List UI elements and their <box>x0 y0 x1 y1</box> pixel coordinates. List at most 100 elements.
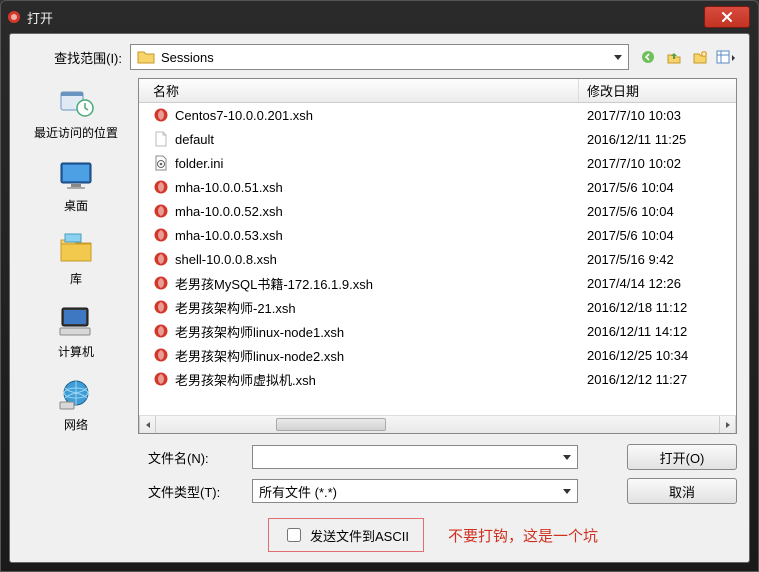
file-row[interactable]: 老男孩架构师linux-node1.xsh2016/12/11 14:12 <box>139 319 736 343</box>
filetype-combo[interactable]: 所有文件 (*.*) <box>252 479 578 503</box>
scroll-left-button[interactable] <box>139 416 156 433</box>
computer-icon <box>53 301 99 341</box>
scrollbar-thumb[interactable] <box>276 418 386 431</box>
recent-icon <box>53 82 99 122</box>
file-date: 2017/5/6 10:04 <box>579 228 736 243</box>
file-row[interactable]: shell-10.0.0.8.xsh2017/5/16 9:42 <box>139 247 736 271</box>
file-date: 2017/7/10 10:02 <box>579 156 736 171</box>
file-name: default <box>171 132 579 147</box>
library-icon <box>53 228 99 268</box>
file-row[interactable]: 老男孩架构师linux-node2.xsh2016/12/25 10:34 <box>139 343 736 367</box>
middle-area: 最近访问的位置桌面库计算机网络 名称 修改日期 Centos7-10.0.0.2… <box>22 78 737 434</box>
network-icon <box>53 374 99 414</box>
place-computer[interactable]: 计算机 <box>22 297 130 370</box>
file-date: 2017/5/16 9:42 <box>579 252 736 267</box>
ascii-highlight-box: 发送文件到ASCII <box>268 518 424 552</box>
horizontal-scrollbar[interactable] <box>139 415 736 433</box>
lookin-row: 查找范围(I): Sessions <box>22 44 737 70</box>
file-name: 老男孩MySQL书籍-172.16.1.9.xsh <box>171 274 579 293</box>
file-date: 2017/7/10 10:03 <box>579 108 736 123</box>
bottom-area: 文件名(N): 打开(O) 文件类型(T): 所有文件 (*.*) 取消 <box>22 444 737 552</box>
file-icon <box>151 179 171 195</box>
open-button[interactable]: 打开(O) <box>627 444 737 470</box>
file-name: 老男孩架构师linux-node2.xsh <box>171 346 579 365</box>
file-row[interactable]: 老男孩MySQL书籍-172.16.1.9.xsh2017/4/14 12:26 <box>139 271 736 295</box>
file-name: mha-10.0.0.51.xsh <box>171 180 579 195</box>
file-icon <box>151 251 171 267</box>
chevron-down-icon <box>563 455 571 460</box>
place-label: 库 <box>70 270 82 287</box>
lookin-value: Sessions <box>161 50 214 65</box>
filename-label: 文件名(N): <box>148 448 242 467</box>
place-recent[interactable]: 最近访问的位置 <box>22 78 130 151</box>
ascii-checkbox-label: 发送文件到ASCII <box>310 526 409 545</box>
place-desktop[interactable]: 桌面 <box>22 151 130 224</box>
new-folder-button[interactable] <box>689 46 711 68</box>
filename-row: 文件名(N): 打开(O) <box>148 444 737 470</box>
file-row[interactable]: Centos7-10.0.0.201.xsh2017/7/10 10:03 <box>139 103 736 127</box>
file-icon <box>151 275 171 291</box>
file-icon <box>151 203 171 219</box>
filetype-row: 文件类型(T): 所有文件 (*.*) 取消 <box>148 478 737 504</box>
app-icon <box>5 8 23 26</box>
cancel-button[interactable]: 取消 <box>627 478 737 504</box>
file-row[interactable]: mha-10.0.0.52.xsh2017/5/6 10:04 <box>139 199 736 223</box>
column-date[interactable]: 修改日期 <box>579 79 736 102</box>
file-name: shell-10.0.0.8.xsh <box>171 252 579 267</box>
file-date: 2017/4/14 12:26 <box>579 276 736 291</box>
chevron-down-icon <box>614 55 622 60</box>
file-date: 2016/12/11 14:12 <box>579 324 736 339</box>
places-bar: 最近访问的位置桌面库计算机网络 <box>22 78 130 434</box>
file-row[interactable]: folder.ini2017/7/10 10:02 <box>139 151 736 175</box>
file-name: 老男孩架构师虚拟机.xsh <box>171 370 579 389</box>
lookin-combo[interactable]: Sessions <box>130 44 629 70</box>
nav-toolbar <box>637 46 737 68</box>
file-icon <box>151 347 171 363</box>
file-date: 2017/5/6 10:04 <box>579 204 736 219</box>
file-date: 2016/12/12 11:27 <box>579 372 736 387</box>
file-name: mha-10.0.0.53.xsh <box>171 228 579 243</box>
place-label: 最近访问的位置 <box>34 124 118 141</box>
file-icon <box>151 155 171 171</box>
file-name: Centos7-10.0.0.201.xsh <box>171 108 579 123</box>
file-row[interactable]: 老男孩架构师虚拟机.xsh2016/12/12 11:27 <box>139 367 736 391</box>
filename-combo[interactable] <box>252 445 578 469</box>
file-icon <box>151 107 171 123</box>
scrollbar-track[interactable] <box>156 416 719 433</box>
desktop-icon <box>53 155 99 195</box>
file-name: 老男孩架构师linux-node1.xsh <box>171 322 579 341</box>
file-row[interactable]: default2016/12/11 11:25 <box>139 127 736 151</box>
chevron-down-icon <box>563 489 571 494</box>
titlebar: 打开 <box>1 1 758 33</box>
open-button-label: 打开(O) <box>660 448 705 467</box>
file-row[interactable]: 老男孩架构师-21.xsh2016/12/18 11:12 <box>139 295 736 319</box>
file-date: 2017/5/6 10:04 <box>579 180 736 195</box>
file-row[interactable]: mha-10.0.0.53.xsh2017/5/6 10:04 <box>139 223 736 247</box>
place-library[interactable]: 库 <box>22 224 130 297</box>
file-name: mha-10.0.0.52.xsh <box>171 204 579 219</box>
file-icon <box>151 227 171 243</box>
file-icon <box>151 299 171 315</box>
close-button[interactable] <box>704 6 750 28</box>
up-button[interactable] <box>663 46 685 68</box>
file-row[interactable]: mha-10.0.0.51.xsh2017/5/6 10:04 <box>139 175 736 199</box>
place-label: 桌面 <box>64 197 88 214</box>
cancel-button-label: 取消 <box>669 482 695 501</box>
place-network[interactable]: 网络 <box>22 370 130 443</box>
file-date: 2016/12/18 11:12 <box>579 300 736 315</box>
warning-text: 不要打钩，这是一个坑 <box>448 525 598 546</box>
column-name[interactable]: 名称 <box>139 79 579 102</box>
file-list: 名称 修改日期 Centos7-10.0.0.201.xsh2017/7/10 … <box>138 78 737 434</box>
back-button[interactable] <box>637 46 659 68</box>
file-date: 2016/12/11 11:25 <box>579 132 736 147</box>
file-name: folder.ini <box>171 156 579 171</box>
file-icon <box>151 323 171 339</box>
folder-icon <box>137 49 155 65</box>
place-label: 计算机 <box>58 343 94 360</box>
place-label: 网络 <box>64 416 88 433</box>
list-body[interactable]: Centos7-10.0.0.201.xsh2017/7/10 10:03def… <box>139 103 736 415</box>
filetype-value: 所有文件 (*.*) <box>259 482 337 501</box>
ascii-checkbox[interactable] <box>287 528 301 542</box>
scroll-right-button[interactable] <box>719 416 736 433</box>
views-button[interactable] <box>715 46 737 68</box>
